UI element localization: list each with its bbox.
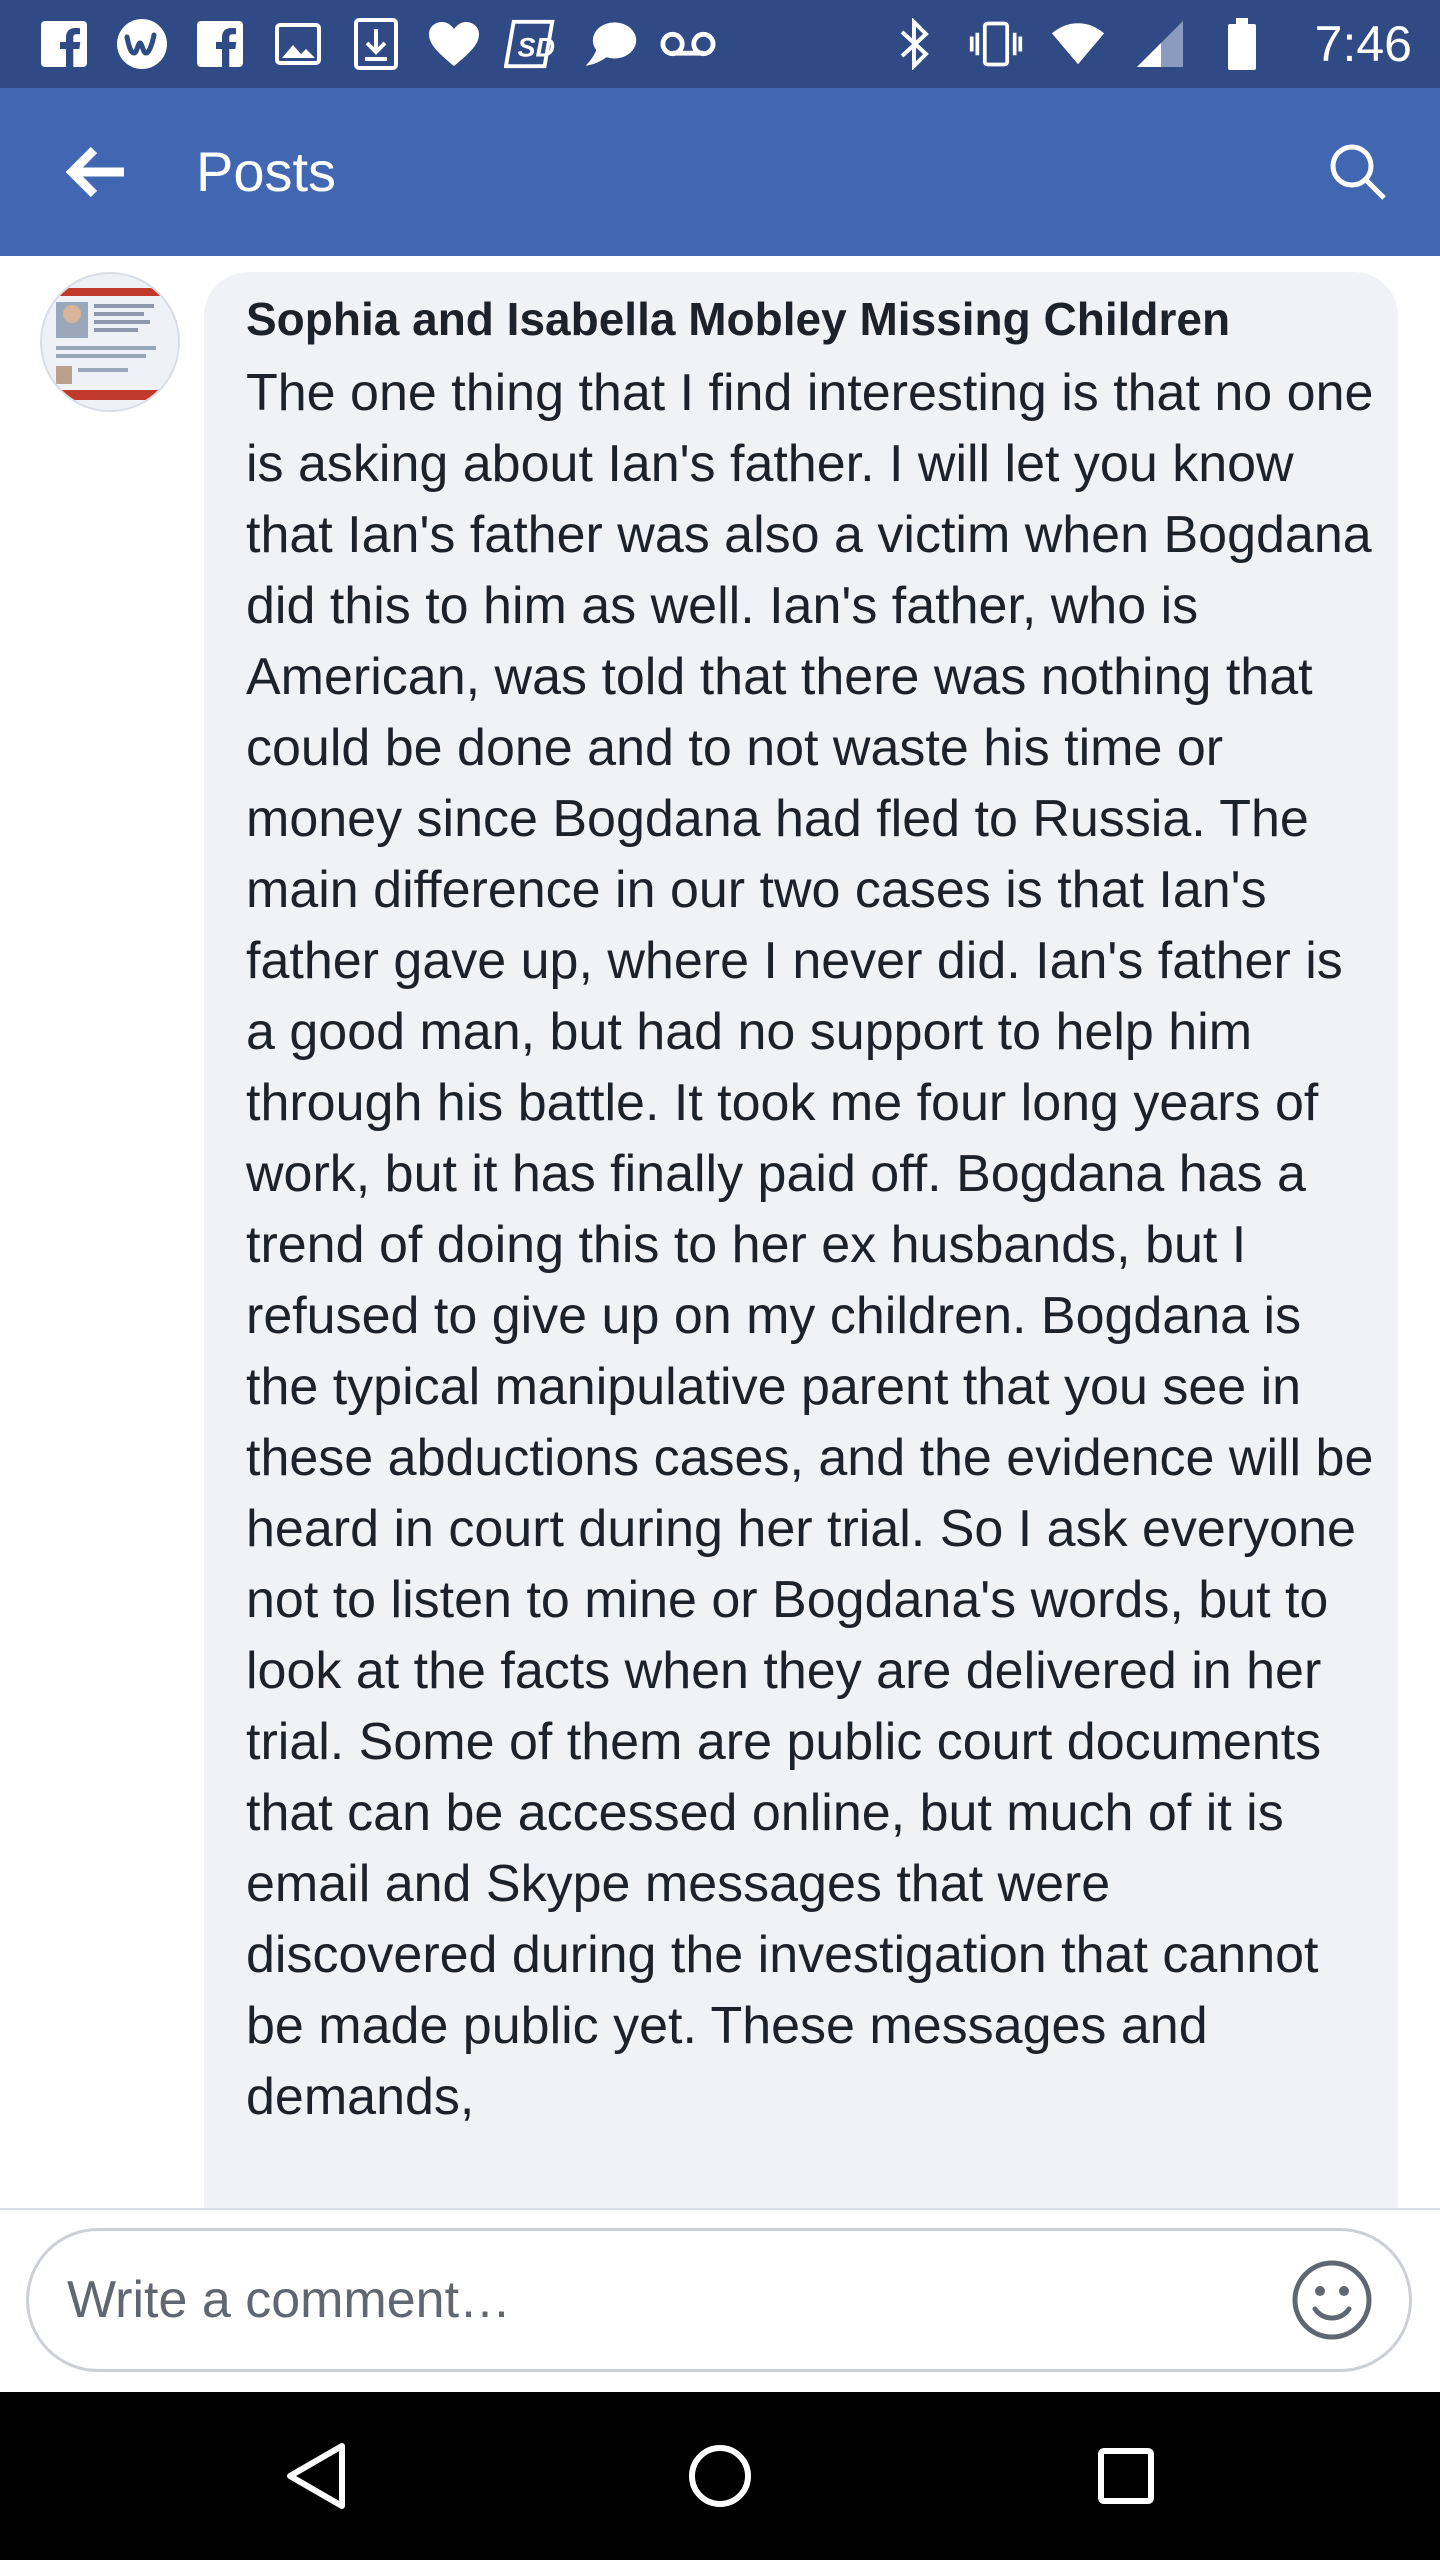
vibrate-icon xyxy=(968,16,1024,72)
comment-placeholder: Write a comment… xyxy=(67,2271,512,2329)
smiley-icon xyxy=(1292,2260,1372,2340)
nav-recents-button[interactable] xyxy=(1086,2436,1166,2516)
voicemail-icon xyxy=(660,16,716,72)
heart-icon xyxy=(426,16,482,72)
sd-icon: SD xyxy=(504,16,560,72)
comment-text: The one thing that I find interesting is… xyxy=(246,364,1374,2126)
comment-thread: Sophia and Isabella Mobley Missing Child… xyxy=(0,256,1440,2208)
back-button[interactable] xyxy=(56,132,136,212)
square-recents-icon xyxy=(1098,2448,1154,2504)
missing-poster-thumbnail xyxy=(42,274,178,410)
app-bar: Posts xyxy=(0,88,1440,256)
signal-icon xyxy=(1132,16,1188,72)
facebook-icon xyxy=(192,16,248,72)
wattpad-icon xyxy=(114,16,170,72)
svg-text:SD: SD xyxy=(518,33,556,63)
page-title: Posts xyxy=(196,140,337,203)
notification-icons: SD xyxy=(36,14,716,74)
battery-icon xyxy=(1214,16,1270,72)
nav-home-button[interactable] xyxy=(680,2436,760,2516)
search-button[interactable] xyxy=(1320,134,1396,210)
image-icon xyxy=(270,16,326,72)
download-icon xyxy=(348,16,404,72)
search-icon xyxy=(1330,144,1386,200)
comment-author[interactable]: Sophia and Isabella Mobley Missing Child… xyxy=(246,292,1230,346)
navigation-bar xyxy=(0,2392,1440,2560)
facebook-icon xyxy=(36,16,92,72)
circle-home-icon xyxy=(689,2445,751,2507)
comment-input[interactable]: Write a comment… xyxy=(26,2228,1412,2372)
bluetooth-icon xyxy=(886,16,942,72)
avatar[interactable] xyxy=(40,272,180,412)
triangle-back-icon xyxy=(287,2443,345,2509)
chat-bubble-icon xyxy=(582,16,638,72)
wifi-icon xyxy=(1050,16,1106,72)
nav-back-button[interactable] xyxy=(276,2436,356,2516)
clock: 7:46 xyxy=(1314,16,1412,72)
system-icons xyxy=(886,14,1270,74)
arrow-left-icon xyxy=(65,146,124,198)
comment-bubble: Sophia and Isabella Mobley Missing Child… xyxy=(204,272,1398,2208)
emoji-button[interactable] xyxy=(1291,2259,1373,2341)
comment-composer: Write a comment… xyxy=(0,2208,1440,2392)
status-bar: SD 7:46 xyxy=(0,0,1440,88)
